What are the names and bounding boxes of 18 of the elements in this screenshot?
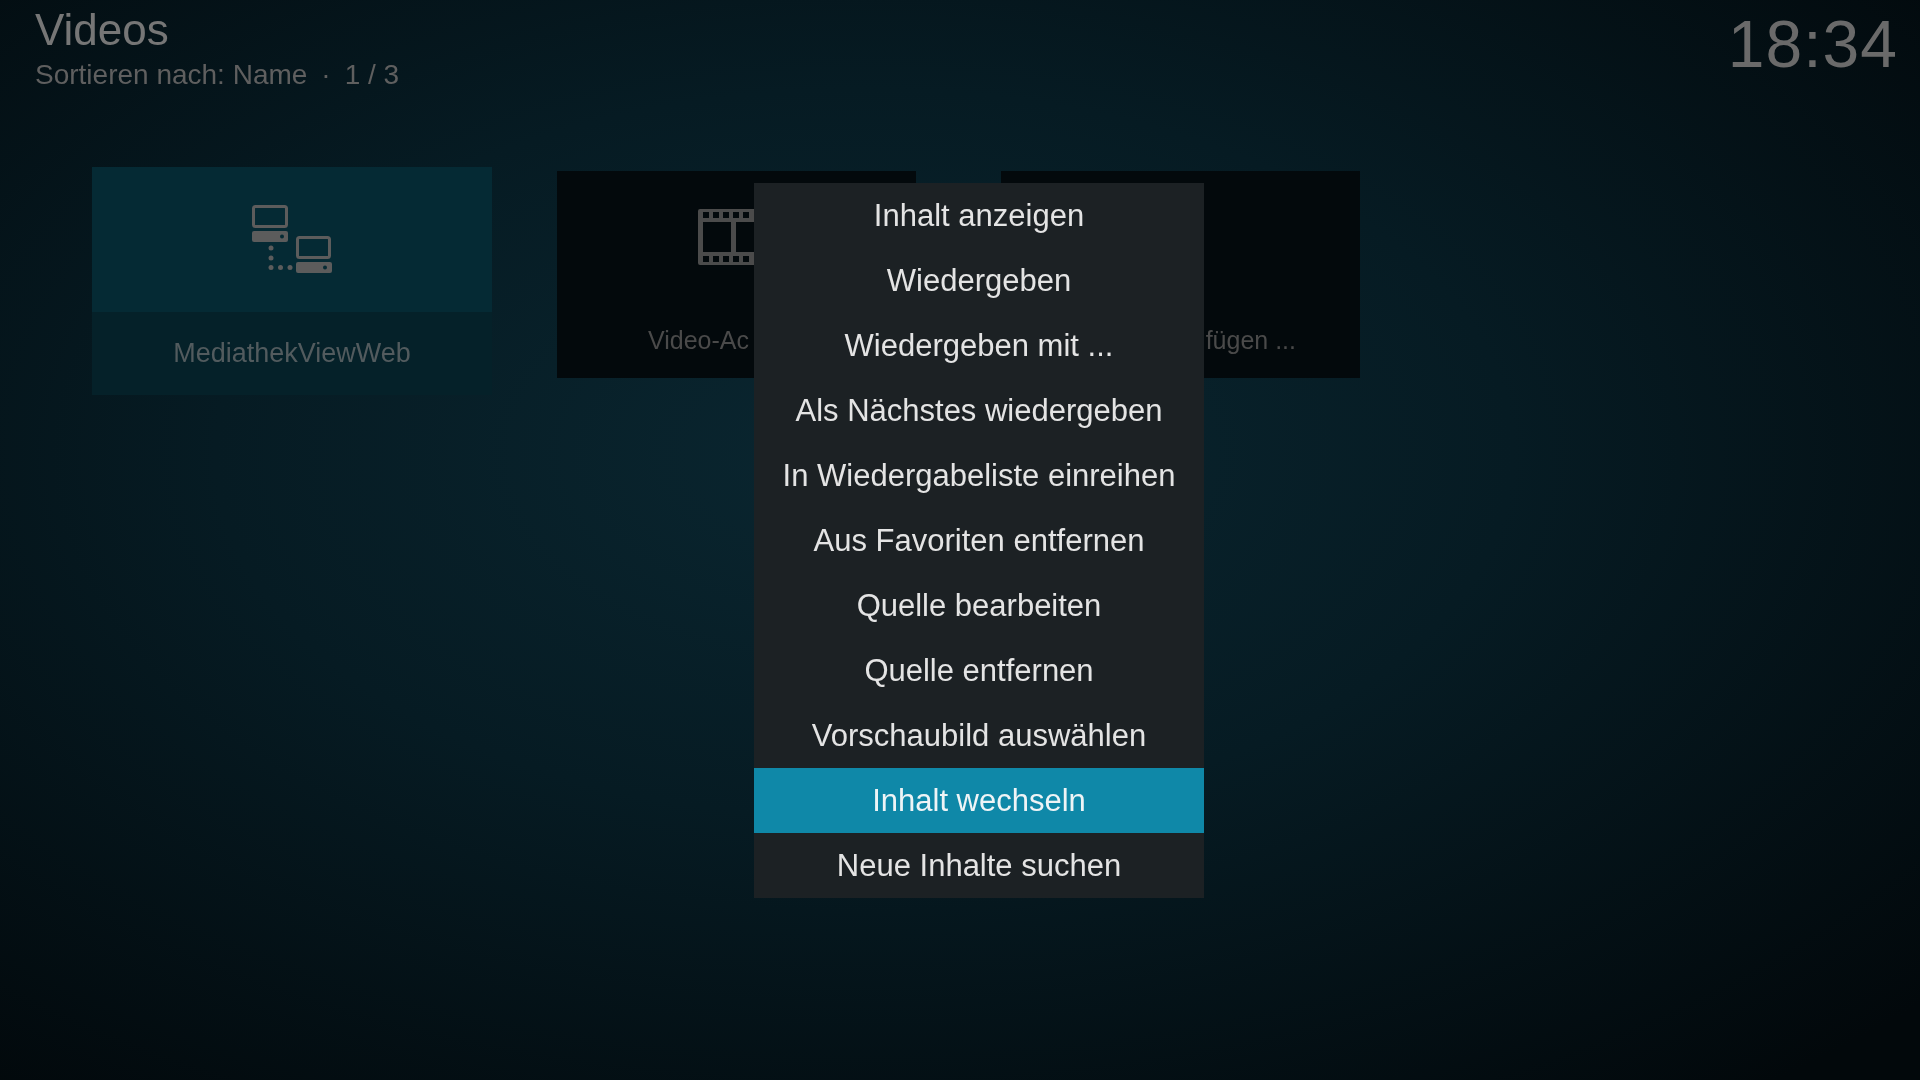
clock-time: 18:34	[1727, 6, 1898, 83]
menu-item[interactable]: Quelle bearbeiten	[754, 573, 1204, 638]
menu-item[interactable]: Neue Inhalte suchen	[754, 833, 1204, 898]
menu-item[interactable]: Aus Favoriten entfernen	[754, 508, 1204, 573]
page-counter: 1 / 3	[344, 58, 400, 92]
menu-item[interactable]: Inhalt wechseln	[754, 768, 1204, 833]
tile-label: Video-Ac	[648, 326, 749, 355]
menu-item[interactable]: Als Nächstes wiedergeben	[754, 378, 1204, 443]
tile-label: fügen ...	[1205, 326, 1296, 355]
network-computers-icon	[252, 205, 332, 274]
film-strip-icon	[698, 209, 754, 265]
menu-item[interactable]: In Wiedergabeliste einreihen	[754, 443, 1204, 508]
tile-label: MediathekViewWeb	[173, 338, 411, 369]
menu-item[interactable]: Quelle entfernen	[754, 638, 1204, 703]
menu-item[interactable]: Vorschaubild auswählen	[754, 703, 1204, 768]
separator-dot: ·	[321, 58, 331, 92]
page-title: Videos	[35, 4, 170, 56]
sort-order-label: Sortieren nach: Name	[35, 58, 308, 92]
